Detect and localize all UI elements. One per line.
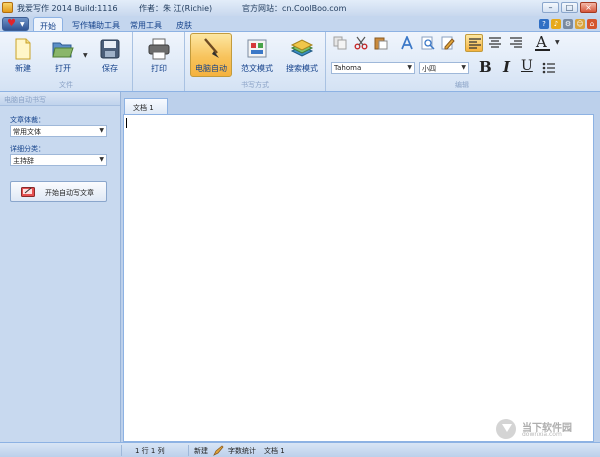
document-editor[interactable] bbox=[123, 114, 594, 442]
underline-button[interactable]: U bbox=[518, 58, 538, 78]
group-print: 打印 bbox=[133, 32, 185, 91]
print-button[interactable]: 打印 bbox=[141, 34, 177, 79]
settings-icon[interactable]: ⚙ bbox=[563, 19, 573, 29]
group-file-label: 文件 bbox=[59, 81, 73, 89]
bold-icon: B bbox=[479, 58, 492, 76]
chevron-down-icon: ▼ bbox=[99, 127, 104, 134]
cursor-position: 1 行 1 列 bbox=[135, 447, 165, 455]
group-file: 新建 打开 ▼ 保存 文件 bbox=[0, 32, 133, 91]
minimize-button[interactable]: – bbox=[542, 2, 559, 13]
new-button[interactable]: 新建 bbox=[5, 34, 41, 79]
status-doc-name: 文档 1 bbox=[264, 447, 285, 455]
copy-icon bbox=[333, 36, 347, 50]
group-edit-label: 编辑 bbox=[455, 81, 469, 89]
website-text: 官方网站：cn.CoolBoo.com bbox=[242, 4, 347, 13]
left-panel-header: 电脑自动书写 bbox=[0, 92, 120, 106]
edit-pen-icon bbox=[441, 36, 455, 50]
align-left-button[interactable] bbox=[465, 34, 483, 52]
tab-skin[interactable]: 皮肤 bbox=[170, 17, 198, 32]
italic-button[interactable]: I bbox=[498, 58, 518, 78]
align-right-button[interactable] bbox=[507, 34, 525, 52]
chevron-down-icon: ▼ bbox=[461, 64, 466, 71]
maximize-button[interactable]: □ bbox=[561, 2, 578, 13]
find-document-icon bbox=[421, 36, 435, 50]
tab-writing-tools[interactable]: 写作辅助工具 bbox=[66, 17, 126, 32]
save-button[interactable]: 保存 bbox=[92, 34, 128, 79]
document-area: 文档 1 bbox=[121, 92, 600, 442]
auto-write-button[interactable]: 电脑自动 bbox=[190, 33, 232, 77]
home-icon[interactable]: ⌂ bbox=[587, 19, 597, 29]
pen-icon bbox=[213, 445, 224, 456]
align-center-button[interactable] bbox=[486, 34, 504, 52]
title-bar: 我爱写作 2014 Build:1116 作者：朱 江(Richie) 官方网站… bbox=[0, 0, 600, 16]
align-right-icon bbox=[510, 37, 522, 48]
ribbon-tab-row: ♥ ▼ 开始 写作辅助工具 常用工具 皮肤 ? ♪ ⚙ ☺ ⌂ bbox=[0, 16, 600, 32]
italic-icon: I bbox=[503, 58, 511, 76]
help-icon[interactable]: ? bbox=[539, 19, 549, 29]
font-size-select[interactable]: 小四 ▼ bbox=[419, 62, 469, 74]
category-select[interactable]: 主持辞 ▼ bbox=[10, 154, 107, 166]
new-document-icon bbox=[15, 38, 31, 60]
paste-icon bbox=[374, 37, 388, 50]
bell-icon[interactable]: ♪ bbox=[551, 19, 561, 29]
bold-button[interactable]: B bbox=[476, 58, 496, 78]
app-icon bbox=[2, 2, 13, 13]
align-left-icon bbox=[469, 38, 481, 49]
tab-home[interactable]: 开始 bbox=[33, 17, 63, 32]
font-color-button[interactable]: A bbox=[533, 33, 553, 53]
close-button[interactable]: × bbox=[580, 2, 597, 13]
text-caret bbox=[126, 118, 127, 128]
group-writing-mode: 电脑自动 范文模式 搜索模式 书写方式 bbox=[185, 32, 326, 91]
template-mode-button[interactable]: 范文模式 bbox=[237, 34, 277, 79]
bullet-list-button[interactable] bbox=[540, 59, 558, 77]
bullet-list-icon bbox=[542, 62, 555, 74]
genre-select[interactable]: 常用文体 ▼ bbox=[10, 125, 107, 137]
font-style-button[interactable] bbox=[398, 34, 416, 52]
smiley-icon[interactable]: ☺ bbox=[575, 19, 585, 29]
word-count[interactable]: 字数统计 bbox=[228, 446, 256, 456]
ribbon: 新建 打开 ▼ 保存 文件 打印 电脑自动 范文模式 搜索模式 书写方式 A ▼… bbox=[0, 31, 600, 92]
align-center-icon bbox=[489, 37, 501, 48]
tab-common-tools[interactable]: 常用工具 bbox=[124, 17, 168, 32]
left-panel: 电脑自动书写 文章体裁： 常用文体 ▼ 详细分类： 主持辞 ▼ 开始自动写文章 bbox=[0, 92, 121, 442]
scissors-icon bbox=[354, 36, 368, 50]
open-folder-icon bbox=[52, 42, 74, 58]
font-letter-icon bbox=[401, 36, 413, 50]
paste-button[interactable] bbox=[372, 34, 390, 52]
search-mode-button[interactable]: 搜索模式 bbox=[281, 34, 323, 79]
group-edit: A ▼ Tahoma ▼ 小四 ▼ B I U 编辑 bbox=[326, 32, 598, 91]
author-text: 作者：朱 江(Richie) bbox=[139, 4, 213, 13]
save-disk-icon bbox=[100, 39, 120, 59]
open-button[interactable]: 打开 bbox=[45, 34, 81, 79]
brush-icon bbox=[204, 38, 219, 58]
heart-icon: ♥ bbox=[7, 18, 16, 29]
category-label: 详细分类： bbox=[10, 145, 45, 153]
watermark: 当下软件园 downxia.com bbox=[494, 418, 594, 440]
status-new: 新建 bbox=[194, 447, 208, 455]
cut-button[interactable] bbox=[352, 34, 370, 52]
find-button[interactable] bbox=[419, 34, 437, 52]
font-name-select[interactable]: Tahoma ▼ bbox=[331, 62, 415, 74]
font-color-dropdown-icon[interactable]: ▼ bbox=[555, 39, 560, 46]
app-menu-button[interactable]: ♥ ▼ bbox=[2, 17, 29, 31]
open-dropdown-icon[interactable]: ▼ bbox=[83, 52, 88, 59]
group-writing-mode-label: 书写方式 bbox=[241, 81, 269, 89]
start-auto-write-button[interactable]: 开始自动写文章 bbox=[10, 181, 107, 202]
card-pen-icon bbox=[21, 187, 35, 197]
copy-button[interactable] bbox=[331, 34, 349, 52]
chevron-down-icon: ▼ bbox=[407, 64, 412, 71]
underline-icon: U bbox=[521, 58, 533, 74]
document-tab[interactable]: 文档 1 bbox=[124, 98, 168, 114]
app-title: 我爱写作 2014 Build:1116 bbox=[17, 4, 118, 13]
genre-label: 文章体裁： bbox=[10, 116, 45, 124]
status-bar: 1 行 1 列 新建 字数统计 文档 1 bbox=[0, 442, 600, 457]
books-icon bbox=[290, 39, 314, 57]
chevron-down-icon: ▼ bbox=[99, 156, 104, 163]
replace-button[interactable] bbox=[439, 34, 457, 52]
chevron-down-icon: ▼ bbox=[20, 21, 25, 28]
template-icon bbox=[247, 39, 267, 58]
printer-icon bbox=[148, 38, 170, 60]
